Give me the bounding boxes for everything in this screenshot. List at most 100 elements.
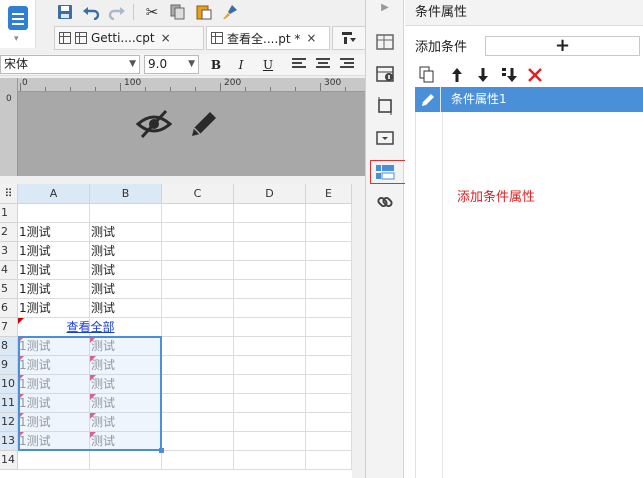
- bold-button[interactable]: B: [207, 56, 225, 74]
- widget-dropdown-icon[interactable]: [375, 128, 395, 148]
- grid-cell[interactable]: [306, 299, 352, 318]
- grid-cell[interactable]: [162, 356, 234, 375]
- grid-cell[interactable]: [234, 261, 306, 280]
- hide-eye-icon[interactable]: [136, 108, 172, 140]
- delete-icon[interactable]: [525, 64, 545, 86]
- tab-menu-button[interactable]: [332, 26, 365, 50]
- grid-cell[interactable]: [234, 223, 306, 242]
- row-header[interactable]: 8: [0, 337, 18, 356]
- row-header[interactable]: 14: [0, 451, 18, 470]
- row-header[interactable]: 5: [0, 280, 18, 299]
- grid-cell[interactable]: 1测试: [18, 261, 90, 280]
- grid-cell[interactable]: [234, 299, 306, 318]
- grid-cell[interactable]: 1测试: [18, 413, 90, 432]
- italic-button[interactable]: I: [232, 56, 250, 74]
- column-header-c[interactable]: C: [162, 184, 234, 204]
- grid-cell[interactable]: [306, 280, 352, 299]
- grid-cell[interactable]: [234, 280, 306, 299]
- grid-cell[interactable]: [234, 375, 306, 394]
- grid-cell[interactable]: [306, 413, 352, 432]
- grid-cell[interactable]: [234, 337, 306, 356]
- column-header-b[interactable]: B: [90, 184, 162, 204]
- row-header[interactable]: 9: [0, 356, 18, 375]
- grid-cell[interactable]: [162, 299, 234, 318]
- column-header-e[interactable]: E: [306, 184, 352, 204]
- grid-cell[interactable]: 测试: [90, 299, 162, 318]
- save-icon[interactable]: [54, 2, 76, 22]
- close-icon[interactable]: ×: [161, 31, 171, 45]
- grid-cell[interactable]: [162, 451, 234, 470]
- row-header[interactable]: 3: [0, 242, 18, 261]
- copy-icon[interactable]: [167, 2, 189, 22]
- move-down-icon[interactable]: [473, 64, 493, 86]
- cell-attribute-icon[interactable]: [375, 64, 395, 84]
- grid-cell[interactable]: [234, 204, 306, 223]
- view-all-link[interactable]: 查看全部: [19, 318, 161, 337]
- grid-cell[interactable]: 测试: [90, 280, 162, 299]
- grid-cell[interactable]: 1测试: [18, 375, 90, 394]
- align-center-icon[interactable]: [316, 58, 330, 70]
- hyperlink-icon[interactable]: [375, 192, 395, 212]
- paste-icon[interactable]: [193, 2, 215, 22]
- grid-cell[interactable]: [306, 375, 352, 394]
- row-header[interactable]: 2: [0, 223, 18, 242]
- grid-cell[interactable]: [162, 318, 234, 337]
- grid-cell[interactable]: [90, 204, 162, 223]
- close-icon[interactable]: ×: [306, 31, 316, 45]
- cell-element-icon[interactable]: [375, 32, 395, 52]
- grid-cell[interactable]: 测试: [90, 261, 162, 280]
- tab-getting[interactable]: Getti....cpt ×: [54, 26, 204, 50]
- grid-cell[interactable]: 测试: [90, 242, 162, 261]
- grid-cell[interactable]: [306, 356, 352, 375]
- edit-icon[interactable]: [415, 87, 441, 112]
- grid-cell[interactable]: [306, 318, 352, 337]
- copy-icon[interactable]: [417, 64, 437, 86]
- grid-cell[interactable]: [306, 242, 352, 261]
- grid-cell[interactable]: [162, 261, 234, 280]
- grid-cell[interactable]: [90, 451, 162, 470]
- grid-cell[interactable]: 测试: [90, 337, 162, 356]
- grid-cell[interactable]: 测试: [90, 413, 162, 432]
- edit-pencil-icon[interactable]: [188, 108, 220, 140]
- move-bottom-icon[interactable]: [499, 64, 519, 86]
- grid-cell[interactable]: [306, 394, 352, 413]
- row-header[interactable]: 10: [0, 375, 18, 394]
- grid-cell[interactable]: [306, 223, 352, 242]
- row-header[interactable]: 13: [0, 432, 18, 451]
- grid-cell[interactable]: [162, 242, 234, 261]
- spreadsheet-grid[interactable]: ⠿ A B C D E 1 2 1测试 测试 3 1测试 测试 4 1测试 测试 5 1测试 测试 6 1测…: [0, 184, 352, 478]
- font-size-select[interactable]: 9.0 ▼: [144, 55, 199, 74]
- format-painter-icon[interactable]: [219, 2, 241, 22]
- condition-item[interactable]: 条件属性1: [415, 87, 643, 112]
- grid-cell[interactable]: 1测试: [18, 223, 90, 242]
- grid-cell[interactable]: 1测试: [18, 337, 90, 356]
- redo-icon[interactable]: [106, 2, 128, 22]
- row-header[interactable]: 7: [0, 318, 18, 337]
- align-right-icon[interactable]: [340, 58, 354, 70]
- grid-cell[interactable]: [306, 337, 352, 356]
- grid-cell[interactable]: [162, 432, 234, 451]
- column-header-a[interactable]: A: [18, 184, 90, 204]
- grid-cell[interactable]: [234, 432, 306, 451]
- grid-cell[interactable]: 1测试: [18, 356, 90, 375]
- row-header[interactable]: 4: [0, 261, 18, 280]
- grid-cell[interactable]: [162, 223, 234, 242]
- row-header[interactable]: 12: [0, 413, 18, 432]
- grid-cell[interactable]: [306, 432, 352, 451]
- row-header[interactable]: 1: [0, 204, 18, 223]
- grid-cell[interactable]: [306, 451, 352, 470]
- grid-cell[interactable]: 测试: [90, 375, 162, 394]
- grid-cell[interactable]: 测试: [90, 356, 162, 375]
- grid-cell[interactable]: [234, 394, 306, 413]
- column-header-d[interactable]: D: [234, 184, 306, 204]
- undo-icon[interactable]: [80, 2, 102, 22]
- grid-cell[interactable]: [162, 375, 234, 394]
- grid-cell[interactable]: [162, 280, 234, 299]
- tab-view-all[interactable]: 查看全....pt * ×: [206, 26, 330, 50]
- grid-cell[interactable]: 1测试: [18, 394, 90, 413]
- underline-button[interactable]: U: [259, 56, 277, 74]
- grid-cell[interactable]: 1测试: [18, 432, 90, 451]
- grid-cell[interactable]: [306, 261, 352, 280]
- grid-cell[interactable]: [234, 451, 306, 470]
- grid-cell[interactable]: [234, 356, 306, 375]
